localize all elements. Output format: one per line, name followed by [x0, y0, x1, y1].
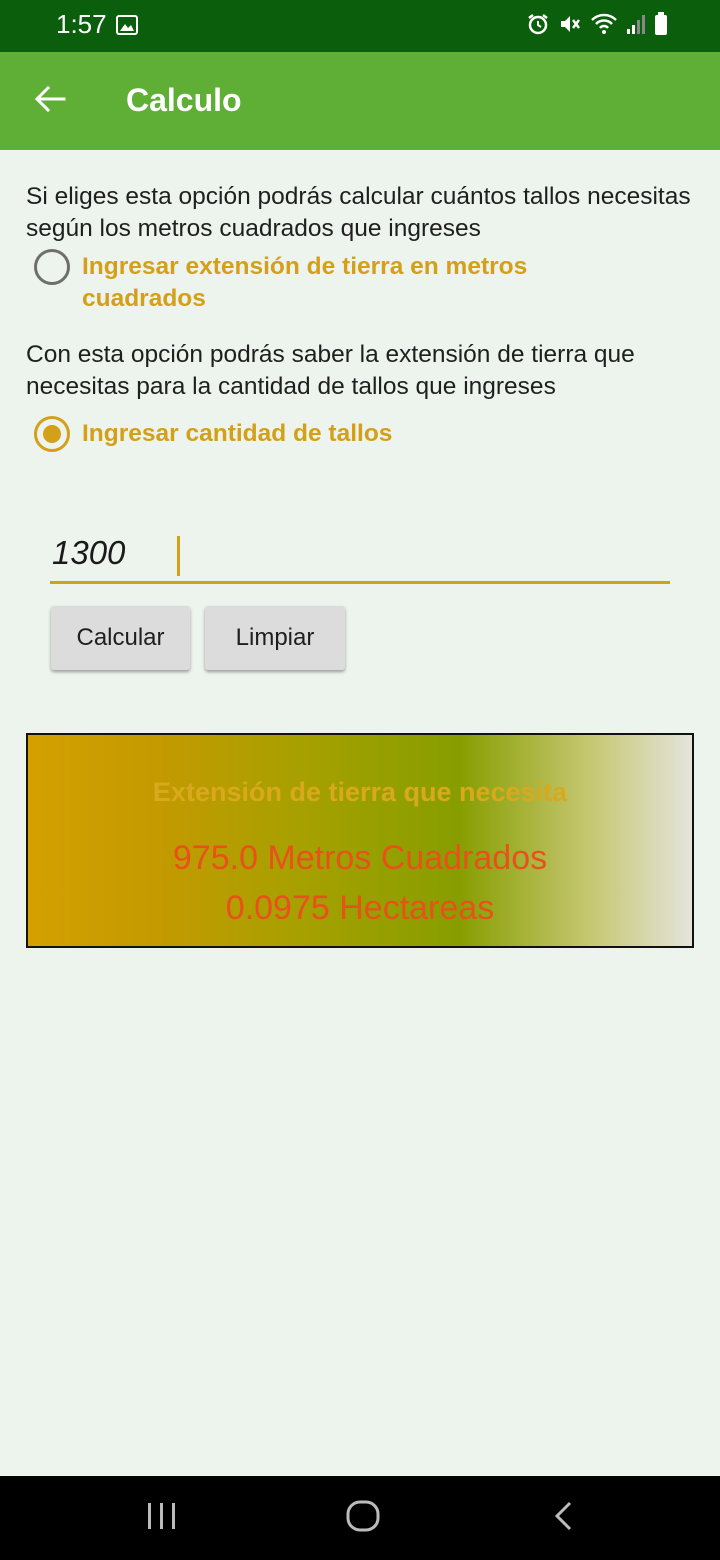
status-time: 1:57 [56, 9, 107, 39]
result-square-meters: 975.0 Metros Cuadrados [172, 839, 548, 877]
text-cursor [177, 536, 180, 576]
radio-option-stalks[interactable]: Ingresar cantidad de tallos [34, 416, 642, 452]
gallery-notification-icon [116, 15, 138, 40]
home-button[interactable] [339, 1494, 387, 1542]
calculate-button[interactable]: Calcular [51, 606, 190, 670]
alarm-icon [526, 12, 550, 41]
option1-description: Si eliges esta opción podrás calcular cu… [26, 183, 691, 242]
back-button[interactable] [26, 77, 74, 125]
status-icons [526, 12, 668, 41]
recent-apps-icon [145, 1501, 179, 1536]
wifi-icon [590, 12, 618, 41]
stalks-input-field[interactable] [50, 528, 670, 584]
option2-description: Con esta opción podrás saber la extensió… [26, 341, 635, 400]
signal-icon [626, 13, 646, 40]
result-panel: Extensión de tierra que necesita 975.0 M… [26, 733, 694, 948]
stalks-input[interactable] [52, 534, 552, 572]
arrow-left-icon [34, 85, 66, 118]
battery-icon [654, 12, 668, 41]
page-title: Calculo [126, 82, 242, 118]
result-hectares: 0.0975 Hectareas [225, 889, 495, 927]
radio-label-stalks[interactable]: Ingresar cantidad de tallos [82, 418, 642, 450]
status-bar: 1:57 [0, 0, 720, 52]
recent-apps-button[interactable] [138, 1494, 186, 1542]
app-bar: Calculo [0, 52, 720, 150]
chevron-left-icon [552, 1500, 576, 1537]
mute-icon [558, 12, 582, 41]
clear-button[interactable]: Limpiar [205, 606, 345, 670]
radio-unchecked-icon[interactable] [34, 249, 70, 285]
navigation-bar [0, 1476, 720, 1560]
radio-option-square-meters[interactable]: Ingresar extensión de tierra en metros c… [34, 249, 642, 315]
back-nav-button[interactable] [540, 1494, 588, 1542]
result-title: Extensión de tierra que necesita [152, 777, 568, 807]
radio-checked-icon[interactable] [34, 416, 70, 452]
radio-label-square-meters[interactable]: Ingresar extensión de tierra en metros c… [82, 251, 642, 315]
home-icon [345, 1500, 381, 1537]
